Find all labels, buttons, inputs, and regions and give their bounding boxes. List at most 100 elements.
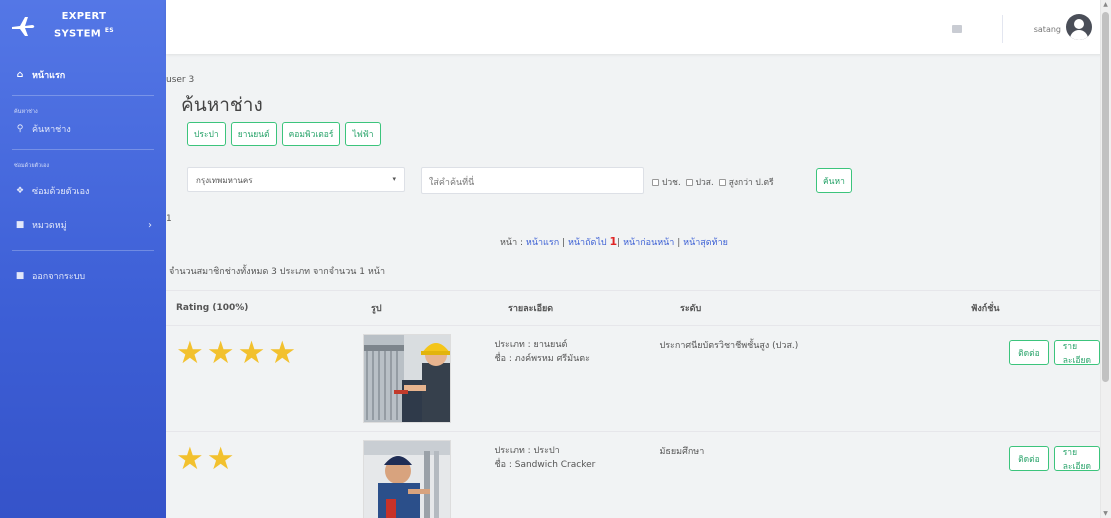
function-cell: ติดต่อ รายละเอียด [905,432,1101,518]
topbar: satang [166,0,1111,54]
pagination-first[interactable]: หน้าแรก [526,238,559,248]
sidebar-item-logout[interactable]: ■ ออกจากระบบ [0,267,166,285]
sidebar-item-category[interactable]: ■ หมวดหมู่ › [0,216,166,234]
checkbox-box[interactable] [718,178,726,186]
header-level: ระดับ [680,304,702,314]
picture-cell [363,326,494,431]
star-rating: ★ ★ [176,432,363,475]
category-buttons: ประปา ยานยนต์ คอมพิวเตอร์ ไฟฟ้า [187,122,381,146]
username[interactable]: satang [1034,25,1061,34]
details-button[interactable]: รายละเอียด [1053,446,1101,472]
brand[interactable]: EXPERT SYSTEM ES [0,0,166,52]
page-title: ค้นหาช่าง [181,94,263,116]
plane-icon [12,17,35,36]
chevron-down-icon: ▾ [392,175,396,183]
sidebar-item-label: ซ่อมด้วยตัวเอง [32,187,90,197]
topbar-divider [1002,15,1003,43]
contact-button[interactable]: ติดต่อ [1009,446,1049,471]
pagination-prefix: หน้า : [500,238,524,248]
category-button-automotive[interactable]: ยานยนต์ [230,122,277,146]
checkbox-box[interactable] [652,178,659,186]
star-icon: ★ [206,335,235,371]
pagination-prev[interactable]: หน้าก่อนหน้า [623,238,674,248]
folder-icon: ■ [15,220,25,230]
scrollbar[interactable]: ▲ ▼ [1100,0,1111,518]
technician-type: ประเภท : ประปา [494,446,560,456]
checkbox-high-vocational-cert[interactable]: ปวส. [685,175,714,189]
sidebar-item-label: หน้าแรก [32,71,66,81]
pagination-separator: | [677,238,681,248]
star-icon: ★ [176,335,204,371]
checkbox-vocational-cert[interactable]: ปวช. [652,175,681,189]
function-cell: ติดต่อ รายละเอียด [905,326,1101,431]
checkbox-label: ปวช. [662,178,681,188]
checkbox-box[interactable] [685,178,693,186]
sidebar-section-search: ค้นหาช่าง [14,109,38,115]
member-count: จำนวนสมาชิกช่างทั้งหมด 3 ประเภท จากจำนวน… [169,267,385,277]
search-input[interactable]: ใส่คำค้นที่นี่ [421,167,644,194]
pagination-separator: | [617,238,621,248]
pagination-next[interactable]: หน้าถัดไป [568,238,607,248]
level-cell: ประกาศนียบัตรวิชาชีพชั้นสูง (ปวส.) [659,341,799,351]
search-button[interactable]: ค้นหา [816,168,852,193]
sidebar-item-diy[interactable]: ❖ ซ่อมด้วยตัวเอง [0,182,166,200]
technician-name: ชื่อ : Sandwich Cracker [494,460,596,470]
category-button-plumbing[interactable]: ประปา [187,122,226,146]
search-icon: ⚲ [16,124,24,134]
sidebar-section-diy: ซ่อมด้วยตัวเอง [14,163,50,169]
sidebar-divider [12,250,154,251]
checkbox-above-bachelor[interactable]: สูงกว่า ป.ตรี [718,175,774,189]
picture-cell [363,432,494,518]
pagination-last[interactable]: หน้าสุดท้าย [683,238,728,248]
category-button-computer[interactable]: คอมพิวเตอร์ [281,122,341,146]
detail-cell: ประเภท : ประปา ชื่อ : Sandwich Cracker [494,432,659,518]
user-label: user 3 [166,75,195,85]
sidebar-item-search[interactable]: ⚲ ค้นหาช่าง [0,120,166,138]
technician-type: ประเภท : ยานยนต์ [494,340,568,350]
scrollbar-thumb[interactable] [1102,12,1109,382]
sidebar: EXPERT SYSTEM ES ⌂ หน้าแรก ค้นหาช่าง ⚲ ค… [0,0,166,518]
star-icon: ★ [268,335,297,371]
chevron-right-icon: › [148,219,152,231]
rating-cell: ★ ★ [166,432,363,518]
avatar[interactable] [1066,14,1092,40]
mail-icon[interactable] [952,25,962,33]
header-rating: Rating (100%) [176,303,249,313]
header-detail: รายละเอียด [508,304,554,314]
brand-name: EXPERT SYSTEM ES [54,11,114,40]
table-row: ★ ★ ★ ★ ประเภท: ยานยนต์ ชื่อ: ภงค์พรหม… [166,326,1101,432]
pagination-separator: | [562,238,566,248]
folder-icon: ■ [15,271,25,281]
sidebar-divider [12,149,154,150]
technician-name: ชื่อ : ภงค์พรหม ศรีมันตะ [494,354,590,364]
category-button-electrical[interactable]: ไฟฟ้า [345,122,381,146]
sidebar-item-label: หมวดหมู่ [32,221,67,231]
education-filters: ปวช. ปวส. สูงกว่า ป.ตรี [652,175,774,189]
sidebar-item-label: ออกจากระบบ [32,272,86,282]
technician-table: Rating (100%) รูป รายละเอียด ระดับ ฟังก์… [166,290,1101,518]
table-row: ★ ★ ประเภท: ประปา ชื่อ: Sandwich Crack… [166,432,1101,518]
star-rating: ★ ★ ★ ★ [176,326,363,369]
technician-photo-image [364,441,451,518]
checkbox-label: สูงกว่า ป.ตรี [728,178,774,188]
details-button[interactable]: รายละเอียด [1053,340,1101,366]
scroll-up-icon[interactable]: ▲ [1102,1,1109,8]
sidebar-item-label: ค้นหาช่าง [32,125,71,135]
result-marker: 1 [166,214,172,224]
star-icon: ★ [206,441,235,477]
detail-cell: ประเภท : ยานยนต์ ชื่อ : ภงค์พรหม ศรีมันต… [494,326,659,431]
province-select-value: กรุงเทพมหานคร [196,176,253,185]
sidebar-item-home[interactable]: ⌂ หน้าแรก [0,66,166,84]
contact-button[interactable]: ติดต่อ [1009,340,1049,365]
rating-cell: ★ ★ ★ ★ [166,326,363,431]
technician-photo [363,334,452,423]
scroll-down-icon[interactable]: ▼ [1102,510,1109,517]
pagination-current: 1 [609,235,618,248]
header-function: ฟังก์ชั่น [971,304,1000,314]
pagination: หน้า : หน้าแรก | หน้าถัดไป 1| หน้าก่อนหน… [500,235,728,249]
level-cell: มัธยมศึกษา [659,447,705,457]
avatar-head [1074,19,1084,29]
table-header: Rating (100%) รูป รายละเอียด ระดับ ฟังก์… [166,290,1100,326]
checkbox-label: ปวส. [695,178,714,188]
province-select[interactable]: กรุงเทพมหานคร ▾ [187,167,405,192]
